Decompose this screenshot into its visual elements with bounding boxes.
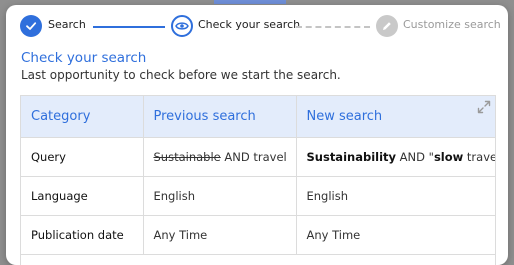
previous-query-value: Sustainable AND travel: [143, 137, 297, 177]
step-connector-pending: [296, 26, 370, 28]
table-header-row: Category Previous search New search: [21, 96, 495, 138]
previous-language-value: English: [143, 176, 297, 216]
step-search-indicator: [20, 15, 42, 37]
expand-icon[interactable]: [477, 100, 491, 114]
step-connector-complete: [93, 26, 165, 28]
new-query-text-2: travel": [466, 150, 495, 164]
previous-date-value: Any Time: [143, 215, 297, 255]
header-new-search: New search: [296, 96, 495, 138]
new-query-value: Sustainability AND "slow travel": [296, 137, 495, 177]
step-customize-label: Customize search: [403, 18, 501, 31]
added-term-2: slow: [433, 150, 464, 164]
previous-query-rest: AND travel: [220, 150, 287, 164]
new-language-value: English: [296, 176, 495, 216]
progress-stepper: Search Check your search Customize searc…: [20, 14, 501, 38]
row-label-query: Query: [21, 137, 144, 177]
table-row: Publication date Any Time Any Time: [21, 215, 495, 255]
header-previous-search: Previous search: [143, 96, 297, 138]
new-date-value: Any Time: [296, 215, 495, 255]
table-row: Language English English: [21, 176, 495, 216]
added-term-1: Sustainability: [306, 150, 397, 164]
header-category: Category: [21, 96, 144, 138]
step-search-label: Search: [48, 18, 86, 31]
step-check-indicator: [171, 15, 193, 37]
row-label-language: Language: [21, 176, 144, 216]
new-query-text-1: AND ": [396, 150, 434, 164]
table-row: Query Sustainable AND travel Sustainabil…: [21, 137, 495, 177]
backdrop-button-edge: [214, 0, 286, 4]
removed-term: Sustainable: [153, 150, 221, 164]
step-check-label: Check your search: [198, 18, 301, 31]
pencil-icon: [383, 22, 391, 30]
dialog-subtitle: Last opportunity to check before we star…: [21, 68, 341, 82]
step-customize-indicator: [376, 15, 398, 37]
search-comparison-table: Category Previous search New search Quer…: [20, 95, 496, 265]
eye-icon: [175, 22, 189, 30]
check-search-dialog: Search Check your search Customize searc…: [6, 5, 508, 265]
row-label-publication-date: Publication date: [21, 215, 144, 255]
dialog-title: Check your search: [21, 50, 147, 66]
check-icon: [26, 22, 37, 30]
